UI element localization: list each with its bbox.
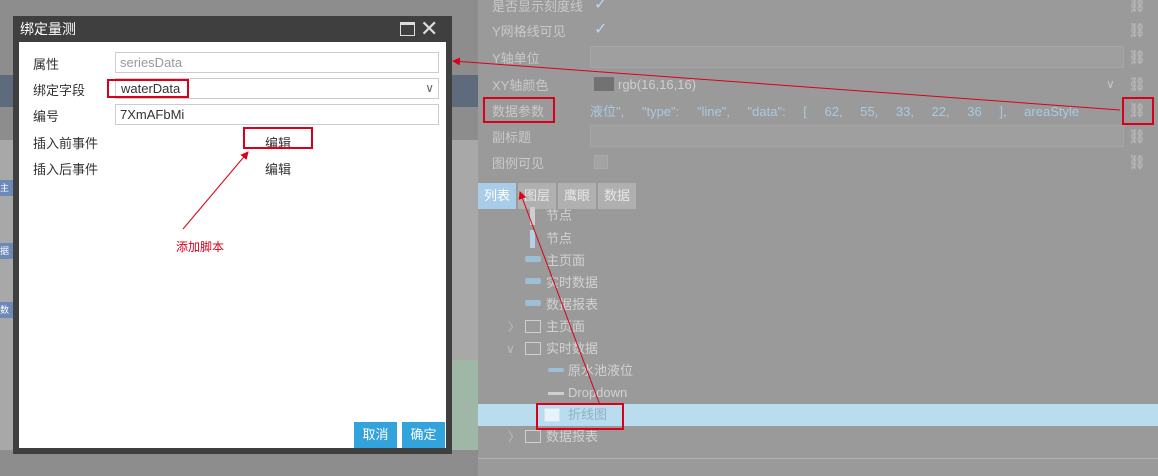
canvas-node: 主 (0, 180, 14, 196)
y-unit-input[interactable] (590, 46, 1124, 68)
page-icon (525, 300, 541, 306)
prop-row-y-unit: Y轴单位 ⛓ (478, 44, 1158, 70)
tree-item-label: 节点 (546, 231, 573, 246)
tree-item[interactable]: 数据报表 (478, 294, 1158, 316)
property-input[interactable] (115, 52, 439, 73)
prop-label: XY轴颜色 (492, 77, 549, 93)
link-icon[interactable]: ⛓ (1128, 127, 1146, 145)
tree-item-label: 主页面 (546, 253, 586, 268)
close-icon[interactable]: ✕ (420, 17, 438, 41)
panel-bottom-bar (478, 458, 1158, 476)
tree-item[interactable]: Dropdown (478, 382, 1158, 404)
link-icon[interactable]: ⛓ (1128, 153, 1146, 171)
node-icon (530, 230, 535, 248)
link-icon[interactable]: ⛓ (1128, 21, 1146, 39)
tree-item-label: 节点 (546, 208, 573, 223)
subtitle-input[interactable] (590, 125, 1124, 147)
canvas-node: 据 (0, 243, 14, 259)
node-icon (530, 207, 535, 225)
prop-label: Y轴单位 (492, 50, 540, 66)
after-insert-label: 插入后事件 (33, 162, 99, 177)
chevron-right-icon[interactable]: 〉 (508, 316, 520, 338)
before-insert-label: 插入前事件 (33, 136, 99, 151)
annotation-add-script: 添加脚本 (176, 240, 225, 254)
tree-item[interactable]: 〉 主页面 (478, 316, 1158, 338)
after-insert-edit-link[interactable]: 编辑 (265, 159, 291, 178)
folder-icon (525, 320, 541, 333)
highlight-bind-field (107, 79, 189, 98)
tree-item-label: 主页面 (546, 319, 586, 334)
id-input[interactable] (115, 104, 439, 125)
prop-row-data-params: 数据参数 液位", "type": "line", "data": [ 62, … (478, 97, 1158, 123)
bind-measure-dialog: 绑定量测 ✕ 属性 绑定字段 waterData ∨ 编号 插入前事件 编辑 插… (13, 16, 452, 454)
page-icon (525, 278, 541, 284)
tree-item-label: 数据报表 (546, 297, 599, 312)
checkbox-checked-icon[interactable]: ✓ (594, 22, 608, 38)
cancel-button[interactable]: 取消 (354, 422, 397, 448)
tree-item[interactable]: 原水池液位 (478, 360, 1158, 382)
legend-checkbox[interactable] (594, 155, 608, 169)
data-params-input[interactable]: 液位", "type": "line", "data": [ 62, 55, 3… (590, 101, 1124, 120)
link-icon[interactable]: ⛓ (1128, 75, 1146, 93)
prop-row-scale-line: 是否显示刻度线 ✓ ⛓ (478, 0, 1158, 18)
highlight-edit-link (243, 127, 313, 149)
prop-label: 是否显示刻度线 (492, 0, 584, 14)
tree-item[interactable]: 节点 (478, 205, 1158, 227)
property-label: 属性 (33, 57, 60, 72)
highlight-link-icon (1122, 97, 1154, 125)
link-icon[interactable]: ⛓ (1128, 0, 1146, 14)
maximize-icon[interactable] (400, 22, 415, 36)
folder-icon (525, 342, 541, 355)
chevron-down-icon: ∨ (425, 81, 434, 95)
tree-item[interactable]: 实时数据 (478, 272, 1158, 294)
prop-row-legend: 图例可见 ⛓ (478, 149, 1158, 175)
highlight-line-chart (536, 403, 624, 430)
prop-row-subtitle: 副标题 ⛓ (478, 123, 1158, 149)
tree-item-label: Dropdown (568, 385, 628, 400)
id-label: 编号 (33, 109, 60, 124)
chevron-right-icon[interactable]: 〉 (508, 426, 520, 448)
chevron-down-icon[interactable]: ∨ (506, 338, 515, 360)
folder-icon (525, 430, 541, 443)
tree-item[interactable]: ∨ 实时数据 (478, 338, 1158, 360)
dropdown-icon (548, 392, 564, 395)
prop-label: 副标题 (492, 129, 532, 145)
canvas-node: 数 (0, 302, 14, 318)
dialog-title: 绑定量测 (20, 21, 76, 37)
bind-field-label: 绑定字段 (33, 83, 86, 98)
color-swatch[interactable] (594, 77, 614, 91)
tree-item-label: 实时数据 (546, 341, 599, 356)
link-icon[interactable]: ⛓ (1128, 48, 1146, 66)
highlight-data-params (483, 97, 555, 123)
prop-label: 图例可见 (492, 155, 545, 171)
chevron-down-icon[interactable]: ∨ (1106, 77, 1115, 91)
prop-label: Y网格线可见 (492, 23, 566, 39)
ok-button[interactable]: 确定 (402, 422, 445, 448)
tree-item-label: 实时数据 (546, 275, 599, 290)
tree-item[interactable]: 主页面 (478, 250, 1158, 272)
tree-item[interactable]: 节点 (478, 228, 1158, 250)
page-icon (525, 256, 541, 262)
checkbox-checked-icon[interactable]: ✓ (594, 0, 608, 13)
dialog-body: 属性 绑定字段 waterData ∨ 编号 插入前事件 编辑 插入后事件 编辑 (19, 42, 446, 448)
prop-row-xy-color: XY轴颜色 rgb(16,16,16) ∨ ⛓ (478, 71, 1158, 97)
prop-row-y-grid: Y网格线可见 ✓ ⛓ (478, 17, 1158, 43)
component-icon (548, 368, 564, 372)
tree-item-label: 原水池液位 (568, 363, 634, 378)
color-value: rgb(16,16,16) (618, 76, 697, 92)
